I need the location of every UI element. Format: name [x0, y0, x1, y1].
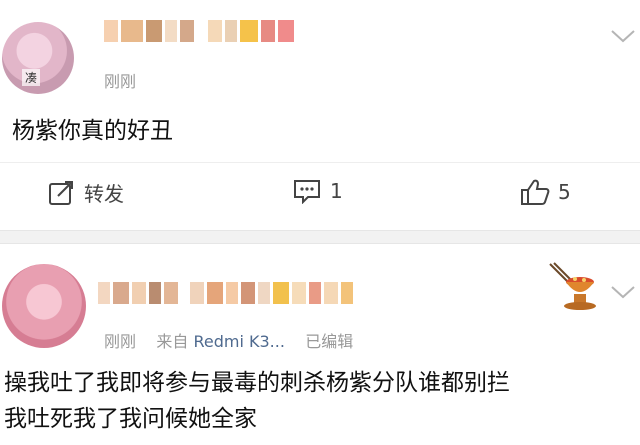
chevron-down-icon[interactable] [610, 28, 636, 44]
action-bar: 转发 1 5 [0, 178, 640, 218]
comment-count: 1 [330, 179, 343, 203]
edited-label[interactable]: 已编辑 [305, 332, 353, 351]
post-card: 刚刚 来自 Redmi K3... 已编辑 操我吐了我即将参与最毒的刺杀杨紫分队… [0, 244, 640, 445]
time-label: 刚刚 [104, 72, 137, 91]
like-icon [521, 179, 550, 205]
avatar[interactable]: 凑 [2, 22, 74, 94]
content-line: 杨紫你真的好丑 [12, 118, 173, 144]
post-card: 凑 刚刚 杨紫你真的好丑 转发 1 5 [0, 0, 640, 230]
like-button[interactable]: 5 [520, 178, 571, 206]
repost-button[interactable]: 转发 [48, 178, 124, 207]
username-pixelated[interactable] [104, 20, 294, 42]
like-count: 5 [558, 180, 571, 204]
username-pixelated[interactable] [98, 282, 353, 304]
post-content: 操我吐了我即将参与最毒的刺杀杨紫分队谁都别拦 我吐死我了我问候她全家 [4, 365, 510, 437]
avatar[interactable] [2, 264, 86, 348]
avatar-tag: 凑 [22, 69, 41, 86]
post-content: 杨紫你真的好丑 [12, 113, 173, 149]
source-prefix: 来自 [156, 332, 189, 351]
repost-label: 转发 [84, 182, 124, 206]
source-link[interactable]: Redmi K3... [193, 332, 284, 351]
post-meta: 刚刚 来自 Redmi K3... 已编辑 [104, 328, 353, 352]
repost-icon [49, 180, 73, 205]
comment-button[interactable]: 1 [292, 178, 343, 204]
content-line: 操我吐了我即将参与最毒的刺杀杨紫分队谁都别拦 [4, 370, 510, 396]
divider [0, 162, 640, 163]
post-separator [0, 230, 640, 244]
time-label: 刚刚 [104, 332, 137, 351]
comment-icon [294, 180, 320, 204]
content-line: 我吐死我了我问候她全家 [4, 406, 257, 432]
hotpot-badge-icon [549, 262, 596, 310]
chevron-down-icon[interactable] [610, 284, 636, 300]
post-time: 刚刚 [104, 68, 136, 92]
